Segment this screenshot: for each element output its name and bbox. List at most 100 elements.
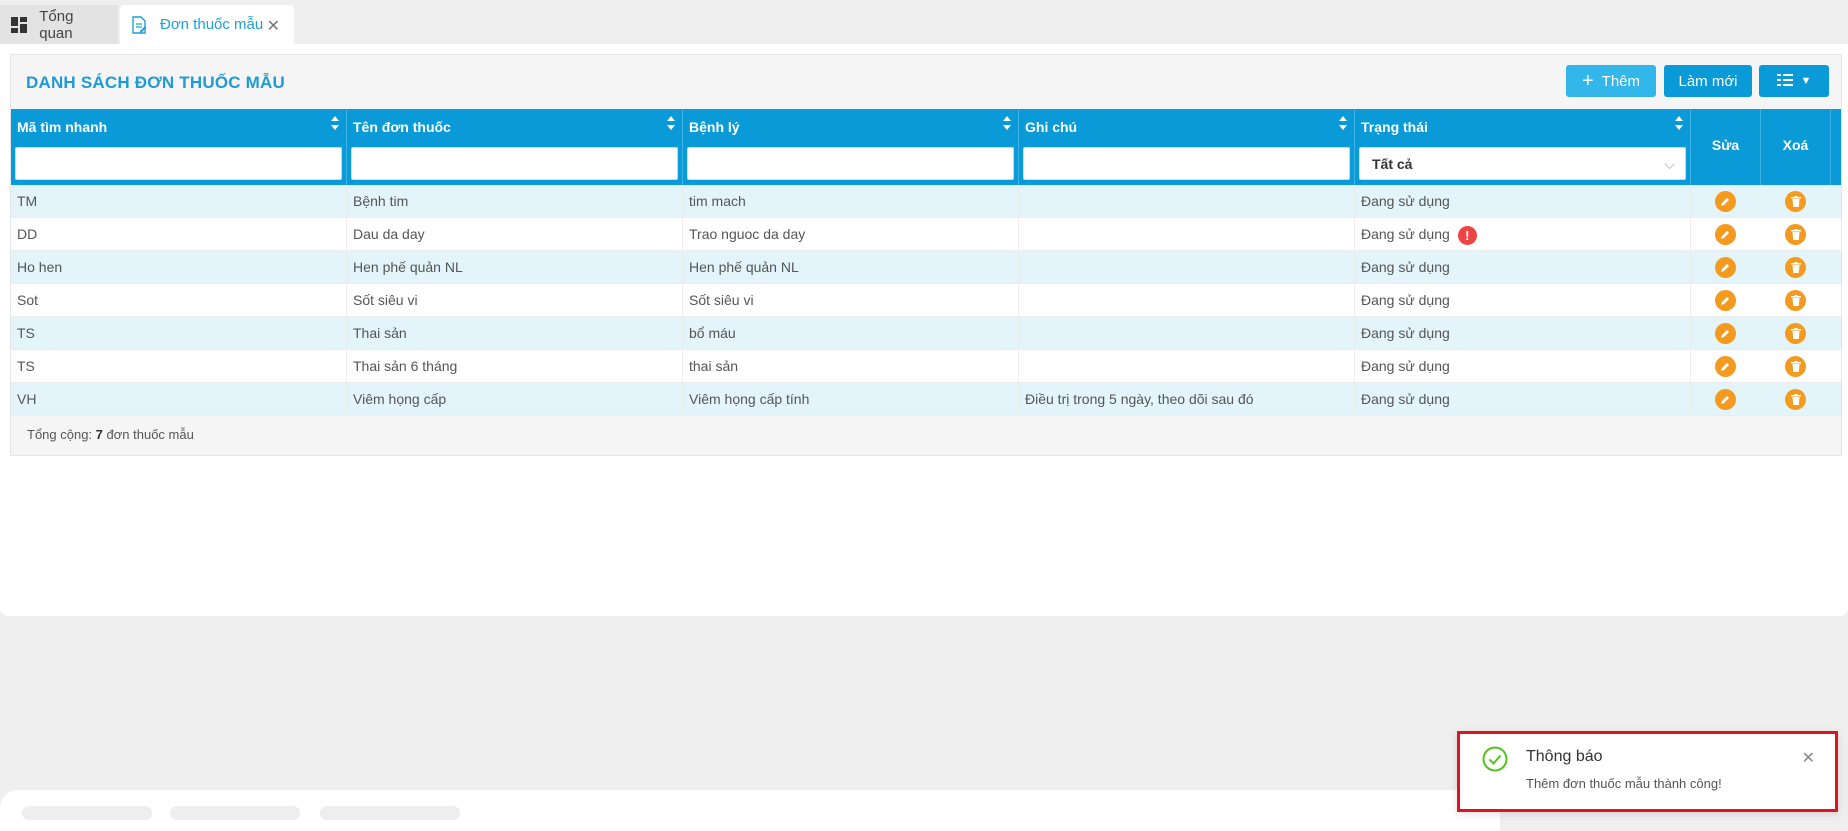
pencil-icon bbox=[1721, 231, 1729, 239]
refresh-button[interactable]: Làm mới bbox=[1664, 65, 1752, 97]
edit-button[interactable] bbox=[1715, 290, 1736, 311]
status-filter-value: Tất cả bbox=[1372, 156, 1413, 172]
prescription-list-card: DANH SÁCH ĐƠN THUỐC MẪU + Thêm Làm mới ▼… bbox=[10, 54, 1842, 456]
cell-name: Bệnh tim bbox=[347, 185, 683, 218]
column-edit: Sửa bbox=[1691, 109, 1761, 185]
column-edit-label: Sửa bbox=[1711, 137, 1740, 153]
code-filter-input[interactable] bbox=[15, 147, 342, 180]
table-row[interactable]: Sot Sốt siêu vi Sốt siêu vi Đang sử dụng bbox=[11, 284, 1841, 317]
cell-disease: Sốt siêu vi bbox=[683, 284, 1019, 317]
sort-icon[interactable] bbox=[330, 115, 340, 131]
edit-button[interactable] bbox=[1715, 323, 1736, 344]
cell-note bbox=[1019, 185, 1355, 218]
sort-icon[interactable] bbox=[666, 115, 676, 131]
toast-title: Thông báo bbox=[1526, 748, 1603, 765]
delete-button[interactable] bbox=[1785, 290, 1806, 311]
edit-button[interactable] bbox=[1715, 356, 1736, 377]
status-text: Đang sử dụng bbox=[1361, 292, 1450, 308]
pencil-icon bbox=[1721, 198, 1729, 206]
chevron-down-icon: ⌵ bbox=[1664, 156, 1675, 172]
delete-button[interactable] bbox=[1785, 389, 1806, 410]
column-disease-label: Bệnh lý bbox=[689, 119, 740, 135]
warning-icon[interactable]: ! bbox=[1457, 225, 1477, 245]
note-filter-input[interactable] bbox=[1023, 147, 1350, 180]
cell-disease: Viêm họng cấp tính bbox=[683, 383, 1019, 416]
tab-prescription-templates[interactable]: Đơn thuốc mẫu ✕ bbox=[120, 5, 294, 44]
edit-button[interactable] bbox=[1715, 191, 1736, 212]
column-status-label: Trạng thái bbox=[1361, 119, 1428, 135]
table-row[interactable]: TS Thai sản 6 tháng thai sản Đang sử dụn… bbox=[11, 350, 1841, 383]
trash-icon bbox=[1790, 328, 1801, 339]
pencil-icon bbox=[1721, 363, 1729, 371]
status-text: Đang sử dụng bbox=[1361, 226, 1450, 242]
delete-button[interactable] bbox=[1785, 356, 1806, 377]
bottom-bar bbox=[0, 790, 1500, 831]
delete-button[interactable] bbox=[1785, 323, 1806, 344]
columns-icon bbox=[1776, 73, 1793, 90]
cell-note bbox=[1019, 317, 1355, 350]
tab-overview-label: Tổng quan bbox=[39, 7, 74, 42]
trash-icon bbox=[1790, 361, 1801, 372]
column-name: Tên đơn thuốc bbox=[347, 109, 683, 185]
sort-icon[interactable] bbox=[1674, 115, 1684, 131]
status-text: Đang sử dụng bbox=[1361, 325, 1450, 341]
delete-button[interactable] bbox=[1785, 224, 1806, 245]
edit-button[interactable] bbox=[1715, 389, 1736, 410]
cell-status: Đang sử dụng bbox=[1355, 251, 1691, 284]
cell-status: Đang sử dụng bbox=[1355, 185, 1691, 218]
trash-icon bbox=[1790, 229, 1801, 240]
column-status: Trạng thái Tất cả ⌵ bbox=[1355, 109, 1691, 185]
cell-note bbox=[1019, 284, 1355, 317]
cell-name: Thai sản bbox=[347, 317, 683, 350]
success-toast: Thông báo Thêm đơn thuốc mẫu thành công!… bbox=[1457, 731, 1838, 812]
cell-name: Viêm họng cấp bbox=[347, 383, 683, 416]
table-row[interactable]: DD Dau da day Trao nguoc da day Đang sử … bbox=[11, 218, 1841, 251]
cell-code: TM bbox=[11, 185, 347, 218]
sort-icon[interactable] bbox=[1002, 115, 1012, 131]
cell-code: DD bbox=[11, 218, 347, 251]
footer-suffix: đơn thuốc mẫu bbox=[106, 427, 194, 442]
status-text: Đang sử dụng bbox=[1361, 391, 1450, 407]
table-row[interactable]: VH Viêm họng cấp Viêm họng cấp tính Điều… bbox=[11, 383, 1841, 416]
column-delete: Xoá bbox=[1761, 109, 1831, 185]
delete-button[interactable] bbox=[1785, 191, 1806, 212]
status-filter-select[interactable]: Tất cả ⌵ bbox=[1359, 147, 1686, 180]
delete-button[interactable] bbox=[1785, 257, 1806, 278]
status-text: Đang sử dụng bbox=[1361, 193, 1450, 209]
edit-button[interactable] bbox=[1715, 224, 1736, 245]
column-note: Ghi chú bbox=[1019, 109, 1355, 185]
disease-filter-input[interactable] bbox=[687, 147, 1014, 180]
cell-status: Đang sử dụng bbox=[1355, 317, 1691, 350]
column-settings-button[interactable]: ▼ bbox=[1759, 65, 1829, 97]
close-icon[interactable]: ✕ bbox=[1802, 748, 1815, 768]
footer-prefix: Tổng cộng: bbox=[27, 427, 93, 442]
pencil-icon bbox=[1721, 297, 1729, 305]
cell-status: Đang sử dụng bbox=[1355, 383, 1691, 416]
table-row[interactable]: TS Thai sản bổ máu Đang sử dụng bbox=[11, 317, 1841, 350]
blurred-content bbox=[170, 806, 300, 820]
cell-note bbox=[1019, 350, 1355, 383]
table-row[interactable]: TM Bệnh tim tim mach Đang sử dụng bbox=[11, 185, 1841, 218]
table-footer: Tổng cộng: 7 đơn thuốc mẫu bbox=[27, 427, 194, 442]
tab-overview[interactable]: Tổng quan bbox=[0, 5, 118, 44]
cell-disease: thai sản bbox=[683, 350, 1019, 383]
sort-icon[interactable] bbox=[1338, 115, 1348, 131]
trash-icon bbox=[1790, 295, 1801, 306]
toast-message: Thêm đơn thuốc mẫu thành công! bbox=[1526, 776, 1722, 791]
close-icon[interactable]: ✕ bbox=[267, 16, 280, 36]
cell-disease: bổ máu bbox=[683, 317, 1019, 350]
check-circle-icon bbox=[1482, 746, 1508, 772]
cell-name: Thai sản 6 tháng bbox=[347, 350, 683, 383]
column-code: Mã tìm nhanh bbox=[11, 109, 347, 185]
add-button[interactable]: + Thêm bbox=[1566, 65, 1656, 97]
name-filter-input[interactable] bbox=[351, 147, 678, 180]
page-title: DANH SÁCH ĐƠN THUỐC MẪU bbox=[26, 73, 285, 92]
plus-icon: + bbox=[1581, 69, 1594, 92]
chevron-down-icon: ▼ bbox=[1800, 75, 1812, 87]
edit-button[interactable] bbox=[1715, 257, 1736, 278]
cell-code: VH bbox=[11, 383, 347, 416]
column-code-label: Mã tìm nhanh bbox=[17, 119, 108, 135]
trash-icon bbox=[1790, 196, 1801, 207]
cell-disease: Hen phế quản NL bbox=[683, 251, 1019, 284]
table-row[interactable]: Ho hen Hen phế quản NL Hen phế quản NL Đ… bbox=[11, 251, 1841, 284]
